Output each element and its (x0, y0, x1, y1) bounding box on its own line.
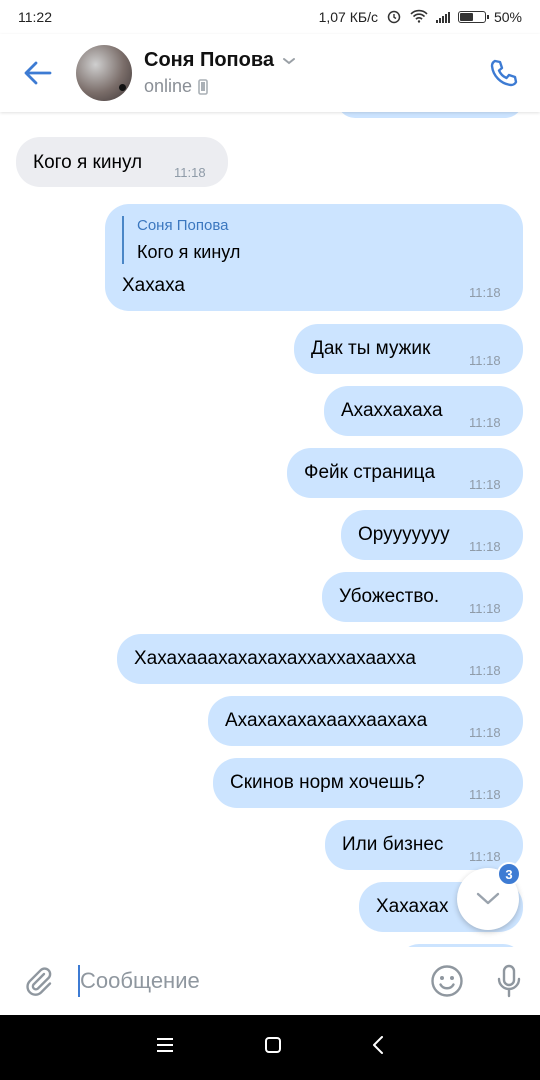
message-time: 11:18 (469, 415, 501, 430)
avatar[interactable] (76, 45, 132, 101)
message-text: Ахаххахаха (341, 400, 443, 421)
message-outgoing[interactable]: Дак ты мужик 11:18 (294, 324, 523, 374)
scroll-down-button[interactable]: 3 (457, 862, 521, 930)
status-bar: 11:22 1,07 КБ/с 50% (0, 0, 540, 34)
message-input[interactable] (80, 968, 380, 994)
call-button[interactable] (474, 34, 534, 112)
message-text: Ахахахахахааххаахаха (225, 710, 428, 731)
message-outgoing[interactable]: Фейк страница 11:18 (287, 448, 523, 498)
reply-quote[interactable]: Соня Попова Кого я кинул (122, 216, 240, 264)
message-composer (0, 947, 540, 1015)
microphone-icon (497, 964, 521, 998)
message-time: 11:18 (469, 353, 501, 368)
status-time: 11:22 (18, 9, 52, 25)
chevron-down-icon (476, 892, 500, 905)
message-outgoing[interactable]: Ахаххахаха 11:18 (324, 386, 523, 436)
unread-badge: 3 (497, 862, 521, 886)
wifi-icon (410, 9, 428, 26)
back-button[interactable] (0, 34, 76, 112)
message-outgoing[interactable]: Убожество. 11:18 (322, 572, 523, 622)
message-text: Фейк страница (304, 462, 436, 483)
voice-button[interactable] (478, 947, 540, 1015)
message-text: Оруууууyy (358, 524, 450, 545)
message-incoming[interactable]: Кого я кинул 11:18 (16, 137, 228, 187)
contact-status: online (144, 76, 193, 96)
message-outgoing[interactable]: Оруууууyy 11:18 (341, 510, 523, 560)
contact-info[interactable]: Соня Попова online (144, 49, 474, 97)
message-time: 11:18 (469, 725, 501, 740)
message-list[interactable]: Кого я кинул 11:18 Соня Попова Кого я ки… (0, 112, 540, 947)
chevron-down-icon (283, 57, 296, 64)
message-time: 11:18 (469, 663, 501, 678)
message-outgoing[interactable]: Ахахахахахааххаахаха 11:18 (208, 696, 523, 746)
signal-icon (435, 11, 450, 23)
status-icons: 1,07 КБ/с 50% (319, 8, 522, 27)
smile-icon (431, 965, 463, 997)
message-text: Дак ты мужик (311, 338, 431, 359)
battery-percent: 50% (493, 9, 522, 25)
message-outgoing-reply[interactable]: Соня Попова Кого я кинул Хахаха 11:18 (105, 204, 523, 311)
emoji-button[interactable] (416, 947, 478, 1015)
message-text: Хахахааахахахахаххаххахаахха (134, 648, 416, 669)
message-time: 11:18 (469, 285, 501, 300)
message-input-wrap[interactable] (78, 959, 416, 1003)
message-text: Или бизнес (342, 834, 444, 855)
contact-name: Соня Попова (144, 49, 275, 71)
reply-text: Кого я кинул (137, 242, 241, 262)
message-text: Убожество. (339, 586, 440, 607)
chat-header: Соня Попова online (0, 34, 540, 112)
battery-icon (457, 11, 489, 23)
message-text: Кого я кинул (33, 152, 143, 173)
back-nav-icon[interactable] (372, 1036, 384, 1059)
message-text: Скинов норм хочешь? (230, 772, 425, 793)
message-text: Хахаха (122, 275, 185, 296)
message-time: 11:18 (469, 477, 501, 492)
system-nav-bar (0, 1015, 540, 1080)
alarm-icon (386, 8, 402, 27)
arrow-left-icon (24, 61, 52, 85)
home-icon[interactable] (264, 1036, 282, 1059)
message-outgoing[interactable]: Скинов норм хочешь? 11:18 (213, 758, 523, 808)
message-outgoing[interactable]: Или бизнес 11:18 (325, 820, 523, 870)
message-time: 11:18 (469, 787, 501, 802)
paperclip-icon (26, 967, 52, 996)
message-bubble-partial (337, 112, 523, 118)
phone-device-icon (198, 78, 208, 95)
message-time: 11:18 (174, 165, 206, 180)
message-time: 11:18 (469, 849, 501, 864)
message-outgoing[interactable]: Хахахааахахахахаххаххахаахха 11:18 (117, 634, 523, 684)
reply-author: Соня Попова (137, 217, 229, 234)
phone-icon (490, 59, 518, 87)
attach-button[interactable] (0, 947, 78, 1015)
menu-icon[interactable] (156, 1037, 174, 1058)
network-speed: 1,07 КБ/с (318, 9, 378, 25)
message-text: Хахахах (376, 896, 449, 917)
message-time: 11:18 (469, 539, 501, 554)
message-time: 11:18 (469, 601, 501, 616)
